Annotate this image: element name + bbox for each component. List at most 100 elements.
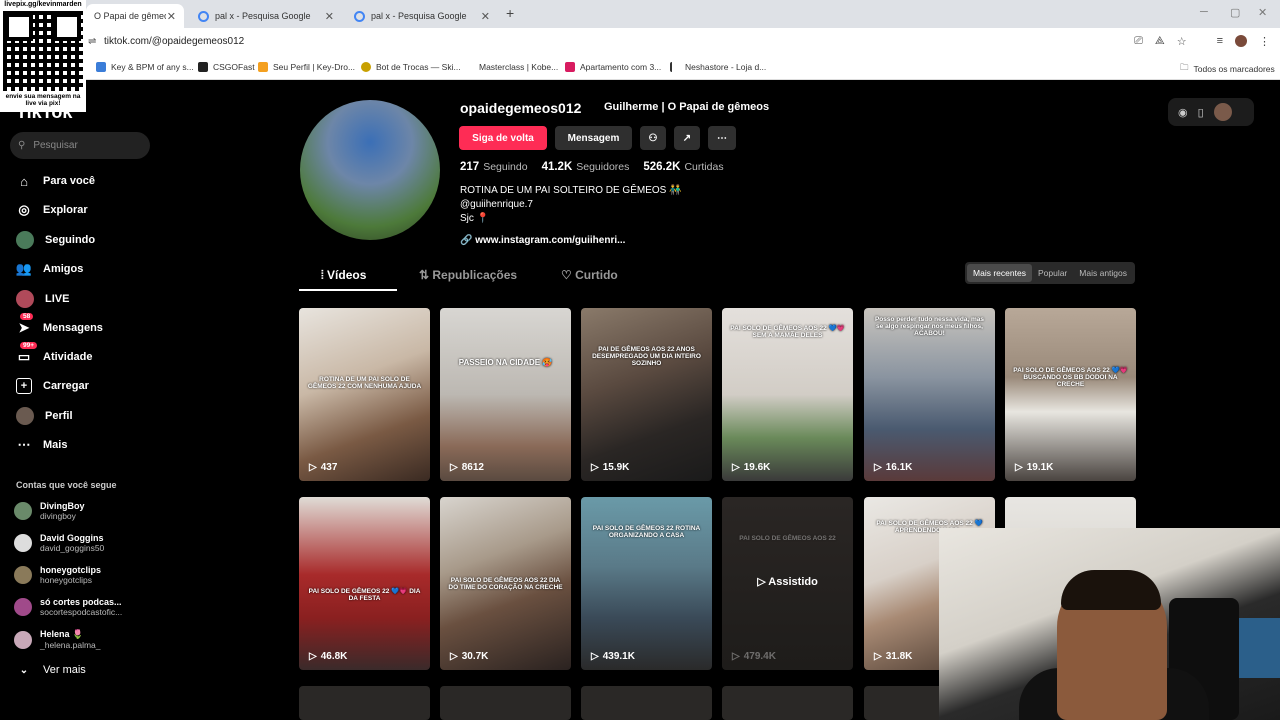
new-tab-button[interactable]: +: [506, 5, 514, 21]
see-more-button[interactable]: ⌄ Ver mais: [16, 662, 86, 678]
nav-item-mais[interactable]: ⋯ Mais: [16, 437, 68, 453]
sort-toggle: Mais recentes Popular Mais antigos: [965, 262, 1135, 284]
play-icon: ▷: [1015, 462, 1023, 473]
following-account[interactable]: Helena 🌷 _helena.palma_: [14, 629, 101, 650]
media-icon[interactable]: ≡: [1217, 35, 1223, 48]
following-account[interactable]: David Goggins david_goggins50: [14, 533, 104, 553]
close-tab-icon[interactable]: ✕: [481, 10, 490, 23]
message-button[interactable]: Mensagem: [555, 126, 632, 150]
star-icon[interactable]: ☆: [1177, 35, 1187, 48]
overlay-text: envie sua mensagem na live via pix!: [5, 93, 81, 107]
bookmark-label: Neshastore - Loja d...: [685, 62, 767, 72]
follow-back-button[interactable]: Siga de volta: [459, 126, 547, 150]
video-thumbnail[interactable]: PAI SOLO DE GÊMEOS AOS 22 DIA DO TIME DO…: [440, 497, 571, 670]
url-field[interactable]: tiktok.com/@opaidegemeos012: [104, 36, 244, 47]
bookmarks-bar: Key & BPM of any s... CSGOFast Seu Perfi…: [0, 56, 1280, 80]
bookmark-item[interactable]: Key & BPM of any s...: [96, 62, 194, 72]
following-account[interactable]: DivingBoy divingboy: [14, 501, 85, 521]
video-caption: PAI SOLO DE GÊMEOS AOS 22 💙💗 BUSCANDO OS…: [1013, 367, 1128, 388]
nav-label: Explorar: [43, 204, 88, 216]
play-icon: ▷: [450, 651, 458, 662]
bookmark-item[interactable]: Seu Perfil | Key-Dro...: [258, 62, 355, 72]
video-thumbnail[interactable]: [440, 686, 571, 720]
bookmark-item[interactable]: Neshastore - Loja d...: [670, 62, 766, 72]
video-thumbnail[interactable]: PAI SOLO DE GÊMEOS 22 ROTINA ORGANIZANDO…: [581, 497, 712, 670]
video-thumbnail[interactable]: ROTINA DE UM PAI SOLO DE GÊMEOS 22 COM N…: [299, 308, 430, 481]
nav-item-atividade[interactable]: ▭ 99+ Atividade: [16, 342, 93, 365]
views-count: 19.1K: [1026, 462, 1054, 473]
tab-videos[interactable]: ⦙ Vídeos: [321, 268, 366, 283]
bookmark-item[interactable]: Masterclass | Kobe...: [464, 62, 558, 72]
site-info-icon[interactable]: ⇌: [88, 36, 96, 47]
profile-avatar[interactable]: [300, 100, 440, 240]
messages-badge: 58: [20, 313, 34, 320]
video-thumbnail[interactable]: PASSEIO NA CIDADE 🥵 ▷ 8612: [440, 308, 571, 481]
nav-item-carregar[interactable]: + Carregar: [16, 378, 89, 394]
close-window-icon[interactable]: ✕: [1258, 6, 1267, 19]
menu-icon[interactable]: ⋮: [1259, 35, 1270, 48]
bookmark-label: Key & BPM of any s...: [111, 62, 194, 72]
following-stat[interactable]: 217 Seguindo: [460, 161, 528, 173]
maximize-icon[interactable]: ▢: [1230, 6, 1240, 19]
views-count: 30.7K: [461, 651, 489, 662]
nav-item-seguindo[interactable]: Seguindo: [16, 231, 95, 249]
qr-code: [3, 11, 83, 91]
share-icon[interactable]: ↗: [674, 126, 700, 150]
video-thumbnail[interactable]: PAI SOLO DE GÊMEOS AOS 22 💙💗 BUSCANDO OS…: [1005, 308, 1136, 481]
nav-label: Carregar: [43, 380, 89, 392]
account-name: David Goggins: [40, 533, 104, 543]
bookmark-item[interactable]: Bot de Trocas — Ski...: [361, 62, 461, 72]
nav-item-perfil[interactable]: Perfil: [16, 407, 73, 425]
browser-tab[interactable]: pal x - Pesquisa Google ✕: [346, 4, 498, 28]
nav-item-live[interactable]: LIVE: [16, 290, 69, 308]
live-icon: [16, 290, 34, 308]
video-thumbnail[interactable]: [581, 686, 712, 720]
bookmark-item[interactable]: CSGOFast: [198, 62, 255, 72]
cast-icon[interactable]: ⎚: [1134, 35, 1143, 48]
account-handle: honeygotclips: [40, 575, 92, 585]
nav-item-mensagens[interactable]: ➤ 58 Mensagens: [16, 313, 103, 336]
video-thumbnail[interactable]: [722, 686, 853, 720]
minimize-icon[interactable]: ─: [1200, 6, 1208, 18]
play-icon: ▷: [309, 651, 317, 662]
video-thumbnail[interactable]: PAI SOLO DE GÊMEOS AOS 22 💙💗 SEM A MAMÃE…: [722, 308, 853, 481]
tab-reposts[interactable]: ⇅ Republicações: [419, 268, 517, 282]
following-account[interactable]: só cortes podcas... socortespodcastofic..…: [14, 597, 122, 617]
followers-stat[interactable]: 41.2K Seguidores: [542, 161, 630, 173]
sort-oldest[interactable]: Mais antigos: [1073, 264, 1133, 282]
following-label: Seguindo: [483, 161, 528, 173]
nav-item-para-voce[interactable]: ⌂ Para você: [16, 173, 95, 189]
header-actions: ◉ ▯: [1168, 98, 1254, 126]
bookmark-item[interactable]: Apartamento com 3...: [565, 62, 661, 72]
video-thumbnail[interactable]: PAI SOLO DE GÊMEOS 22 💙💗 DIA DA FESTA ▷ 4…: [299, 497, 430, 670]
following-account[interactable]: honeygotclips honeygotclips: [14, 565, 101, 585]
video-thumbnail[interactable]: PAI DE GÊMEOS AOS 22 ANOS DESEMPREGADO U…: [581, 308, 712, 481]
tab-title: pal x - Pesquisa Google: [215, 11, 311, 21]
coin-icon[interactable]: ◉: [1178, 106, 1188, 119]
user-avatar[interactable]: [1213, 103, 1232, 121]
all-bookmarks[interactable]: 🗀 Todos os marcadores: [1180, 62, 1275, 76]
profile-link[interactable]: 🔗 www.instagram.com/guiihenri...: [460, 235, 625, 246]
close-tab-icon[interactable]: ✕: [325, 10, 334, 23]
video-thumbnail[interactable]: [299, 686, 430, 720]
add-friend-icon[interactable]: ⚇: [640, 126, 666, 150]
video-thumbnail[interactable]: PAI SOLO DE GÊMEOS AOS 22 ▷ Assistido ▷ 4…: [722, 497, 853, 670]
browser-tab[interactable]: pal x - Pesquisa Google ✕: [190, 4, 342, 28]
browser-tab-active[interactable]: O Papai de gêmeos ✕: [86, 4, 184, 28]
profile-avatar-icon[interactable]: [1235, 35, 1247, 47]
translate-icon[interactable]: ⟁: [1155, 35, 1165, 48]
tab-liked[interactable]: ♡ Curtido: [561, 268, 618, 282]
video-caption: PAI SOLO DE GÊMEOS AOS 22 💙💗 SEM A MAMÃE…: [730, 325, 845, 339]
nav-item-amigos[interactable]: 👥 Amigos: [16, 261, 83, 277]
sort-recent[interactable]: Mais recentes: [967, 264, 1032, 282]
video-thumbnail[interactable]: Posso perder tudo nessa vida, mas se alg…: [864, 308, 995, 481]
likes-count: 526.2K: [643, 161, 681, 173]
more-options-icon[interactable]: ⋯: [708, 126, 736, 150]
mobile-icon[interactable]: ▯: [1198, 106, 1204, 119]
nav-item-explorar[interactable]: ◎ Explorar: [16, 202, 88, 218]
search-input[interactable]: ⚲ Pesquisar: [10, 132, 150, 159]
close-tab-icon[interactable]: ✕: [167, 10, 176, 23]
sort-popular[interactable]: Popular: [1032, 264, 1073, 282]
profile-username: opaidegemeos012: [460, 100, 582, 116]
active-tab-underline: [299, 289, 397, 291]
